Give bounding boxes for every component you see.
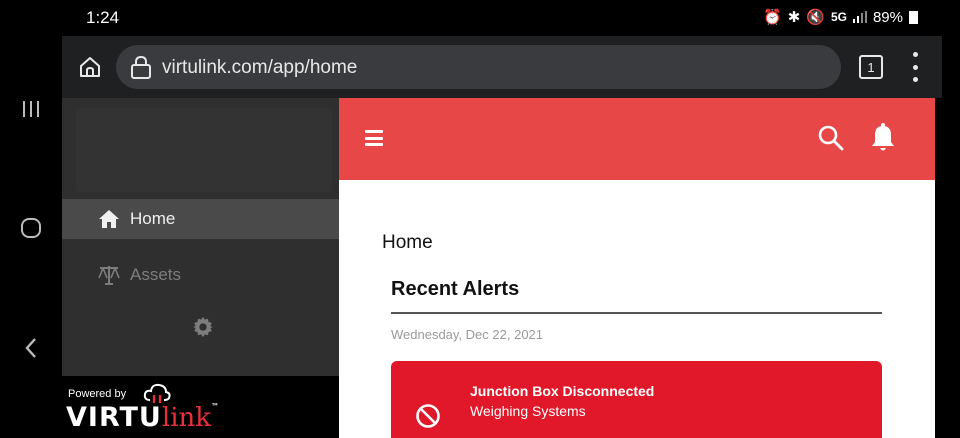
section-title: Recent Alerts (391, 278, 520, 300)
url-text: virtulink.com/app/home (162, 57, 358, 78)
gear-icon[interactable] (192, 316, 214, 338)
signal-icon (852, 11, 867, 23)
tab-switcher-button[interactable]: 1 (859, 55, 883, 79)
address-bar[interactable]: virtulink.com/app/home (116, 45, 841, 89)
app-sidebar: Home Assets Powered by VIRTUlink™ (62, 98, 339, 438)
alarm-icon: ⏰ (763, 9, 782, 26)
tab-count: 1 (867, 59, 875, 75)
recents-button[interactable] (19, 97, 43, 121)
screen-edge (935, 98, 960, 438)
status-icons: ⏰ ✱ 🔇 5G 89% (763, 8, 918, 26)
main-content: Home Recent Alerts Wednesday, Dec 22, 20… (339, 180, 935, 438)
divider (391, 312, 882, 314)
sidebar-item-assets[interactable]: Assets (62, 255, 339, 295)
browser-menu-button[interactable] (909, 52, 921, 82)
bluetooth-icon: ✱ (787, 9, 801, 26)
home-nav-button[interactable] (19, 216, 43, 240)
back-button[interactable] (19, 336, 43, 360)
search-icon[interactable] (817, 124, 845, 152)
sidebar-item-home[interactable]: Home (62, 199, 339, 239)
browser-toolbar: virtulink.com/app/home 1 (62, 36, 942, 98)
network-type: 5G (830, 10, 847, 24)
back-chevron-icon (25, 338, 36, 358)
battery-level: 89% (872, 8, 903, 26)
cloud-icon (143, 383, 171, 403)
app-header (339, 98, 935, 180)
alert-title: Junction Box Disconnected (470, 383, 655, 399)
mute-icon: 🔇 (806, 9, 825, 26)
powered-by-text: Powered by (68, 388, 127, 400)
bell-icon[interactable] (870, 122, 896, 154)
alert-card[interactable]: Junction Box Disconnected Weighing Syste… (391, 361, 882, 438)
page-title: Home (382, 232, 433, 253)
powered-by-logo: Powered by VIRTUlink™ (62, 376, 339, 438)
sidebar-item-label: Assets (130, 265, 182, 284)
circle-home-icon (21, 218, 41, 238)
status-bar: 1:24 ⏰ ✱ 🔇 5G 89% (62, 0, 942, 36)
sidebar-header (76, 108, 332, 192)
system-nav-rail (0, 0, 62, 438)
alert-date: Wednesday, Dec 22, 2021 (391, 327, 544, 342)
sidebar-item-label: Home (130, 209, 176, 228)
home-icon (99, 210, 119, 228)
brand-logo: VIRTUlink™ (66, 402, 221, 433)
battery-icon (909, 11, 918, 24)
recents-icon (23, 101, 39, 117)
scale-icon (98, 266, 120, 285)
alert-subtitle: Weighing Systems (470, 403, 586, 419)
browser-home-icon[interactable] (78, 55, 102, 79)
lock-icon (131, 55, 151, 79)
clock: 1:24 (86, 8, 120, 27)
hamburger-menu-button[interactable] (365, 130, 383, 146)
ban-icon (416, 404, 440, 428)
